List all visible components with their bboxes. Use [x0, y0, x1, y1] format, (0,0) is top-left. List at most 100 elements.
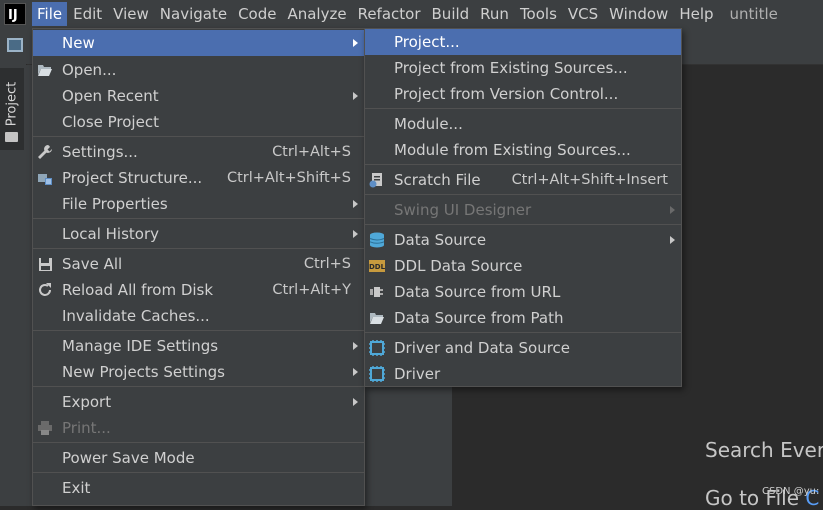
welcome-search-everywhere: Search Every [705, 438, 823, 462]
menu-separator [33, 248, 364, 249]
menu-item-project-vcs[interactable]: Project from Version Control... [365, 81, 681, 107]
menu-item-module[interactable]: Module... [365, 111, 681, 137]
menu-item-scratch-file[interactable]: Scratch File Ctrl+Alt+Shift+Insert [365, 167, 681, 193]
menu-view[interactable]: View [108, 2, 154, 26]
menu-item-label: Driver [394, 365, 441, 383]
menu-item-label: New [62, 34, 95, 52]
menu-item-label: DDL Data Source [394, 257, 523, 275]
menu-separator [365, 224, 681, 225]
menu-item-new-projects-settings[interactable]: New Projects Settings [33, 359, 364, 385]
submenu-arrow-icon [353, 398, 358, 406]
menu-item-label: Open... [62, 61, 117, 79]
scratch-file-icon [369, 172, 385, 188]
submenu-arrow-icon [353, 230, 358, 238]
menu-item-file-properties[interactable]: File Properties [33, 191, 364, 217]
menu-item-module-existing-sources[interactable]: Module from Existing Sources... [365, 137, 681, 163]
menu-item-data-source-path[interactable]: Data Source from Path [365, 305, 681, 331]
menu-run[interactable]: Run [475, 2, 514, 26]
menu-item-label: Print... [62, 419, 111, 437]
menu-item-label: Project Structure... [62, 169, 203, 187]
menu-item-label: Reload All from Disk [62, 281, 214, 299]
driver-icon [369, 340, 385, 356]
menu-item-label: Project from Version Control... [394, 85, 619, 103]
menu-vcs[interactable]: VCS [563, 2, 603, 26]
submenu-arrow-icon [353, 39, 358, 47]
menu-edit[interactable]: Edit [68, 2, 107, 26]
menu-item-label: Settings... [62, 143, 138, 161]
menu-code[interactable]: Code [233, 2, 281, 26]
menu-tools[interactable]: Tools [515, 2, 562, 26]
menu-item-label: New Projects Settings [62, 363, 225, 381]
menu-analyze[interactable]: Analyze [282, 2, 351, 26]
menu-item-label: Save All [62, 255, 123, 273]
menu-item-manage-ide-settings[interactable]: Manage IDE Settings [33, 333, 364, 359]
reload-icon [37, 282, 53, 298]
submenu-arrow-icon [353, 368, 358, 376]
menu-item-shortcut: Ctrl+Alt+S [272, 144, 351, 160]
submenu-arrow-icon [353, 342, 358, 350]
menu-item-data-source[interactable]: Data Source [365, 227, 681, 253]
menu-item-project-existing-sources[interactable]: Project from Existing Sources... [365, 55, 681, 81]
menu-item-label: Close Project [62, 113, 159, 131]
menu-item-driver-and-data-source[interactable]: Driver and Data Source [365, 335, 681, 361]
menu-item-save-all[interactable]: Save All Ctrl+S [33, 251, 364, 277]
menu-item-label: Scratch File [394, 171, 481, 189]
project-view-icon[interactable] [7, 38, 23, 52]
menu-item-open[interactable]: Open... [33, 57, 364, 83]
menu-item-project-structure[interactable]: Project Structure... Ctrl+Alt+Shift+S [33, 165, 364, 191]
menu-item-label: Invalidate Caches... [62, 307, 210, 325]
new-submenu: Project... Project from Existing Sources… [364, 28, 682, 387]
menu-item-invalidate-caches[interactable]: Invalidate Caches... [33, 303, 364, 329]
printer-icon [37, 420, 53, 436]
menu-item-label: Swing UI Designer [394, 201, 532, 219]
menu-item-label: Manage IDE Settings [62, 337, 219, 355]
watermark: CSDN @yu: [762, 486, 820, 497]
menu-item-power-save-mode[interactable]: Power Save Mode [33, 445, 364, 471]
menu-separator [33, 472, 364, 473]
menu-item-close-project[interactable]: Close Project [33, 109, 364, 135]
database-icon [369, 232, 385, 248]
menu-item-label: Project from Existing Sources... [394, 59, 628, 77]
menu-item-shortcut: Ctrl+Alt+Shift+S [226, 170, 351, 186]
menu-item-new[interactable]: New [33, 30, 364, 56]
menu-item-label: Driver and Data Source [394, 339, 571, 357]
menubar: IJ File Edit View Navigate Code Analyze … [0, 0, 823, 28]
menu-help[interactable]: Help [674, 2, 718, 26]
menu-separator [365, 108, 681, 109]
menu-window[interactable]: Window [604, 2, 673, 26]
window-title: untitle [729, 5, 778, 23]
menu-separator [33, 218, 364, 219]
submenu-arrow-icon [353, 200, 358, 208]
menu-item-print: Print... [33, 415, 364, 441]
menu-item-new-project[interactable]: Project... [365, 29, 681, 55]
menu-item-label: Data Source [394, 231, 487, 249]
menu-item-reload-all[interactable]: Reload All from Disk Ctrl+Alt+Y [33, 277, 364, 303]
menu-item-shortcut: Ctrl+Alt+Y [272, 282, 351, 298]
project-structure-icon [37, 170, 53, 186]
open-folder-icon [369, 310, 385, 326]
menu-item-exit[interactable]: Exit [33, 475, 364, 501]
menu-item-label: Data Source from URL [394, 283, 561, 301]
menu-item-data-source-url[interactable]: Data Source from URL [365, 279, 681, 305]
menu-refactor[interactable]: Refactor [353, 2, 426, 26]
menu-navigate[interactable]: Navigate [155, 2, 232, 26]
menu-item-settings[interactable]: Settings... Ctrl+Alt+S [33, 139, 364, 165]
menu-file[interactable]: File [32, 2, 68, 26]
menu-item-driver[interactable]: Driver [365, 361, 681, 387]
driver-icon [369, 366, 385, 382]
submenu-arrow-icon [353, 92, 358, 100]
menu-separator [365, 332, 681, 333]
open-folder-icon [37, 62, 53, 78]
menu-item-label: Exit [62, 479, 91, 497]
menu-separator [33, 330, 364, 331]
ddl-icon: DDL [369, 258, 385, 274]
menu-item-ddl-data-source[interactable]: DDL DDL Data Source [365, 253, 681, 279]
menu-item-open-recent[interactable]: Open Recent [33, 83, 364, 109]
menu-item-export[interactable]: Export [33, 389, 364, 415]
menu-item-label: Local History [62, 225, 160, 243]
submenu-arrow-icon [670, 236, 675, 244]
menu-build[interactable]: Build [427, 2, 475, 26]
menu-item-local-history[interactable]: Local History [33, 221, 364, 247]
menu-item-label: Project... [394, 33, 460, 51]
file-menu: New Open... Open Recent Close Project Se… [32, 28, 365, 506]
